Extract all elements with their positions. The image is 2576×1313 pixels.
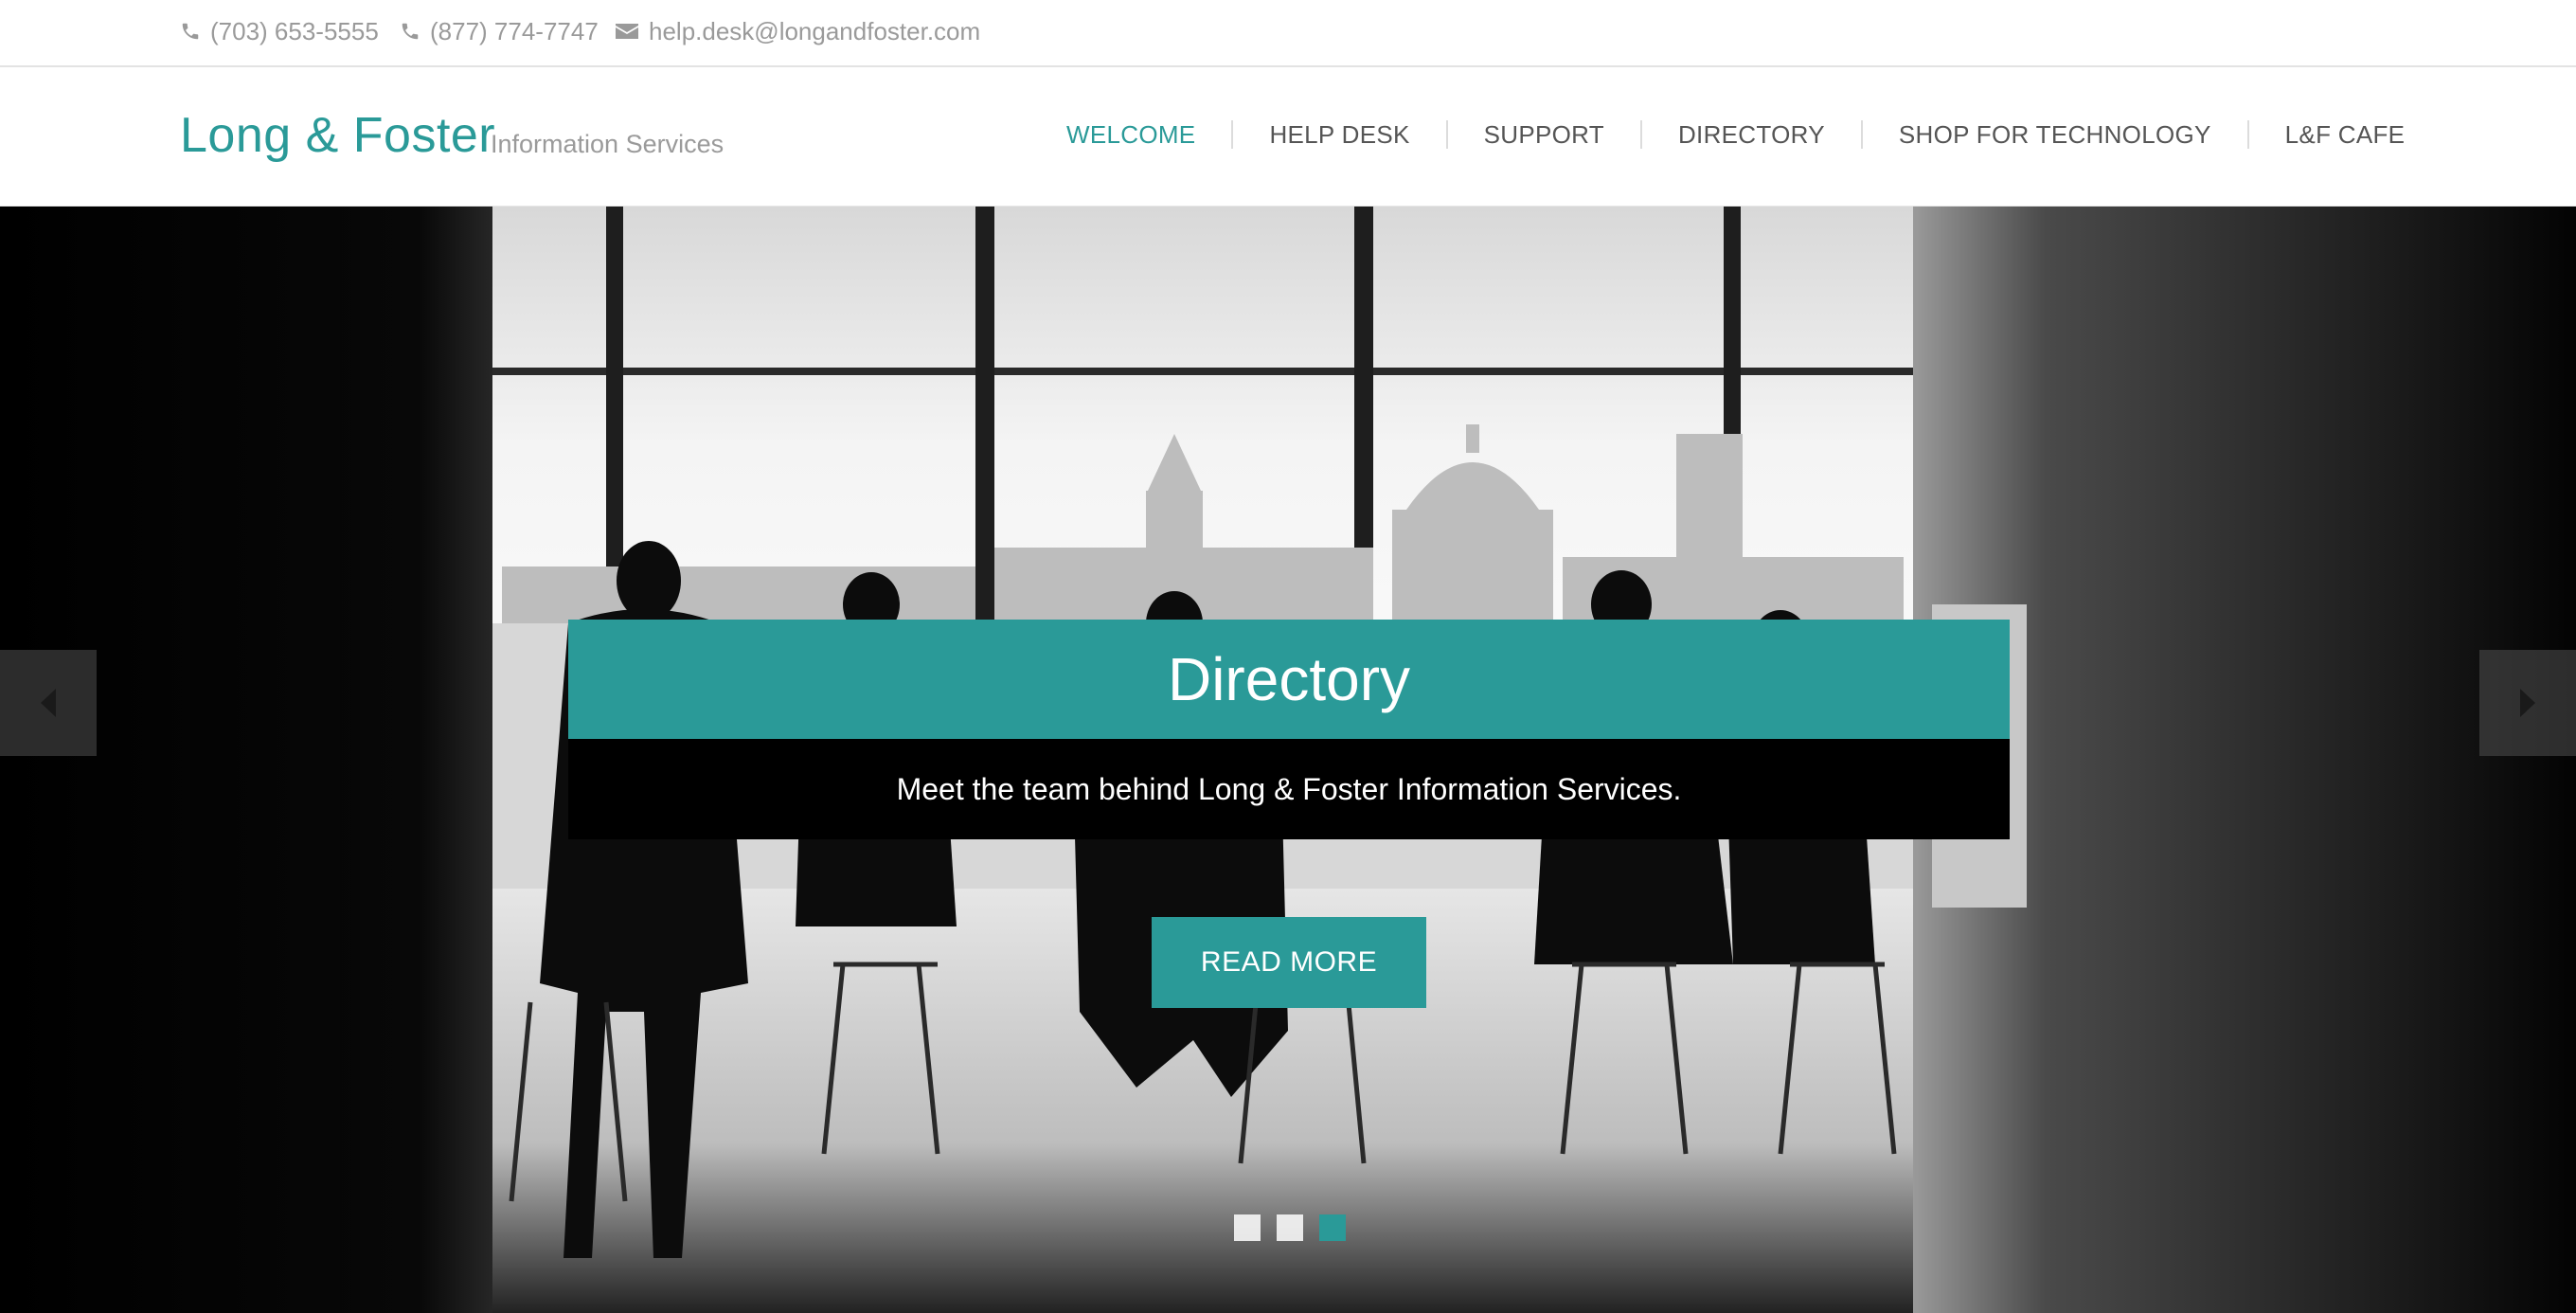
slider-dot-2[interactable] [1277, 1214, 1303, 1241]
main-nav: WELCOME HELP DESK SUPPORT DIRECTORY SHOP… [1051, 67, 2441, 202]
hero-slider: Directory Meet the team behind Long & Fo… [0, 207, 2576, 1313]
contact-phone-2-text: (877) 774-7747 [430, 16, 599, 45]
slide-subtitle: Meet the team behind Long & Foster Infor… [568, 739, 2010, 839]
nav-item-help-desk[interactable]: HELP DESK [1233, 120, 1445, 150]
slider-prev-button[interactable] [0, 650, 97, 756]
slider-dot-1[interactable] [1234, 1214, 1261, 1241]
site-header: Long & Foster Information Services WELCO… [0, 67, 2576, 207]
caret-left-icon [41, 689, 56, 717]
contact-phone-1-text: (703) 653-5555 [210, 16, 379, 45]
read-more-button[interactable]: READ MORE [1152, 917, 1426, 1008]
site-tagline: Information Services [491, 130, 724, 158]
contact-phone-2[interactable]: (877) 774-7747 [400, 0, 599, 63]
contact-email[interactable]: help.desk@longandfoster.com [615, 0, 980, 63]
nav-item-welcome[interactable]: WELCOME [1051, 120, 1231, 150]
nav-item-lf-cafe[interactable]: L&F CAFE [2249, 120, 2442, 150]
nav-item-support[interactable]: SUPPORT [1448, 120, 1640, 150]
phone-icon [402, 23, 419, 40]
phone-icon [182, 23, 199, 40]
slider-next-button[interactable] [2479, 650, 2576, 756]
envelope-icon [616, 24, 638, 39]
slider-dot-3[interactable] [1319, 1214, 1346, 1241]
nav-item-shop-for-technology[interactable]: SHOP FOR TECHNOLOGY [1863, 120, 2247, 150]
contact-email-text: help.desk@longandfoster.com [649, 16, 981, 45]
site-logo[interactable]: Long & Foster [180, 107, 495, 164]
caret-right-icon [2520, 689, 2535, 717]
contact-phone-1[interactable]: (703) 653-5555 [180, 0, 379, 63]
nav-item-directory[interactable]: DIRECTORY [1642, 120, 1861, 150]
slide-title: Directory [568, 620, 2010, 739]
top-contact-bar: (703) 653-5555 (877) 774-7747 help.desk@… [0, 0, 2576, 67]
slider-pagination [1234, 1214, 1346, 1241]
